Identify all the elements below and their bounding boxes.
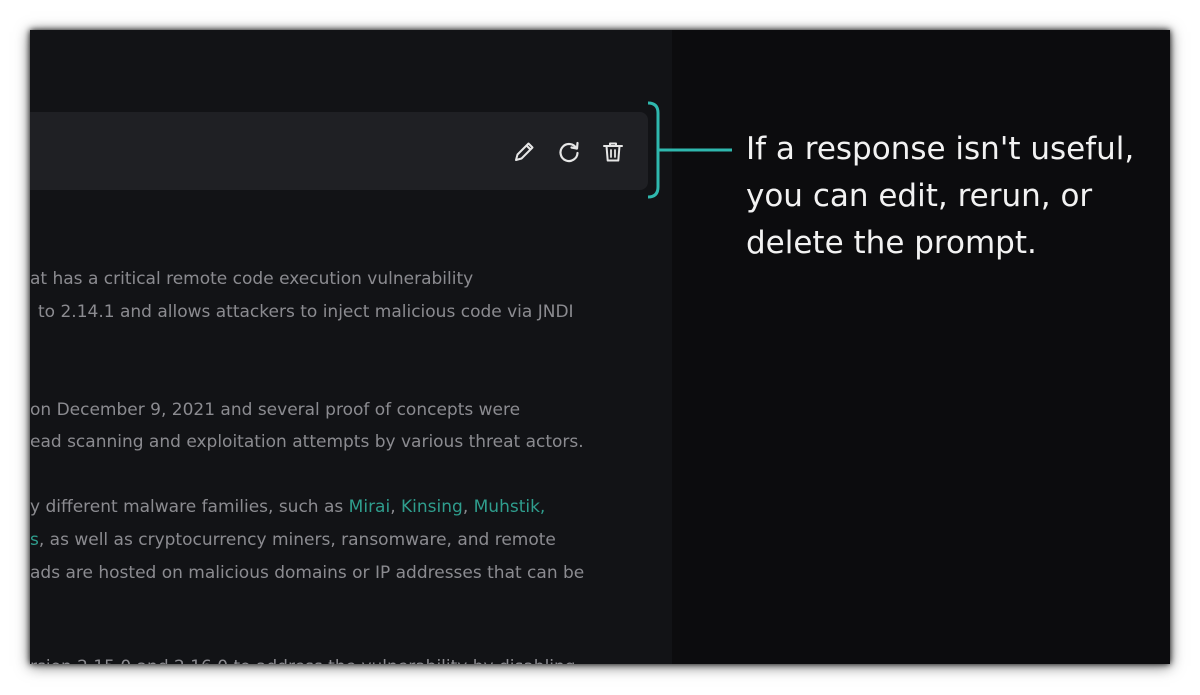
chat-panel: at has a critical remote code execution …: [30, 30, 672, 664]
malware-link-muhstik[interactable]: Muhstik,: [474, 497, 546, 517]
response-text-span: y different malware families, such as: [30, 497, 349, 517]
callout-line: If a response isn't useful,: [746, 131, 1135, 167]
callout-bracket: [648, 101, 732, 199]
response-line: at has a critical remote code execution …: [30, 269, 474, 289]
response-line: to 2.14.1 and allows attackers to inject…: [38, 302, 574, 322]
response-line: ads are hosted on malicious domains or I…: [30, 563, 585, 583]
separator: ,: [390, 497, 402, 517]
response-text: at has a critical remote code execution …: [30, 30, 672, 664]
response-line: on December 9, 2021 and several proof of…: [30, 400, 521, 420]
response-line: s, as well as cryptocurrency miners, ran…: [30, 528, 556, 552]
response-line: rsion 2.15.0 and 2.16.0 to address the v…: [30, 655, 576, 664]
malware-link-mirai[interactable]: Mirai: [349, 497, 391, 517]
callout-line: delete the prompt.: [746, 225, 1037, 261]
callout-text: If a response isn't useful, you can edit…: [746, 126, 1156, 267]
screen-frame: at has a critical remote code execution …: [30, 30, 1170, 664]
malware-link-kinsing[interactable]: Kinsing: [401, 497, 463, 517]
response-text-span: , as well as cryptocurrency miners, rans…: [38, 530, 556, 550]
callout-line: you can edit, rerun, or: [746, 178, 1093, 214]
separator: ,: [462, 497, 474, 517]
malware-link-partial[interactable]: s: [30, 530, 39, 550]
response-line: ead scanning and exploitation attempts b…: [30, 432, 584, 452]
response-line: y different malware families, such as Mi…: [30, 495, 545, 519]
